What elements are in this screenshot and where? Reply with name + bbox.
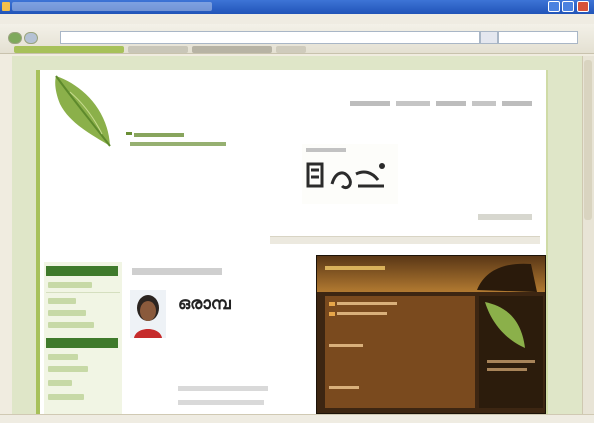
calligraphy-banner xyxy=(302,144,398,204)
back-arrow-icon[interactable] xyxy=(8,32,22,44)
sidebar-header xyxy=(46,266,118,276)
go-button[interactable] xyxy=(480,31,498,44)
sidebar-item[interactable] xyxy=(48,310,86,316)
close-button[interactable] xyxy=(577,1,589,12)
profile-avatar xyxy=(130,290,166,338)
profile-name: ഒരാമ്പ xyxy=(178,294,231,314)
sidebar-item[interactable] xyxy=(48,366,88,372)
sidebar-item[interactable] xyxy=(48,354,78,360)
search-input[interactable] xyxy=(498,31,578,44)
embedded-screenshot xyxy=(316,255,546,414)
scrollbar-thumb[interactable] xyxy=(584,60,592,220)
leaf-logo-icon xyxy=(55,75,111,147)
sidebar-divider xyxy=(46,292,120,293)
menu-tools[interactable] xyxy=(110,15,128,23)
header-links xyxy=(350,100,536,108)
bookmark-item[interactable] xyxy=(276,46,306,53)
maximize-button[interactable] xyxy=(562,1,574,12)
address-bar[interactable] xyxy=(60,31,480,44)
content-heading xyxy=(132,268,222,275)
menu-file[interactable] xyxy=(4,15,16,23)
forward-arrow-icon[interactable] xyxy=(24,32,38,44)
bookmark-item[interactable] xyxy=(192,46,272,53)
menu-bar xyxy=(0,14,594,24)
sidebar-item[interactable] xyxy=(48,380,72,386)
menu-edit[interactable] xyxy=(20,15,32,23)
sidebar-header xyxy=(46,338,118,348)
secondary-nav xyxy=(270,236,540,244)
browser-app-icon xyxy=(2,2,10,11)
header-right-link[interactable] xyxy=(478,214,532,220)
menu-history[interactable] xyxy=(54,15,74,23)
minimize-button[interactable] xyxy=(548,1,560,12)
bookmark-item[interactable] xyxy=(14,46,124,53)
status-bar xyxy=(0,414,594,423)
sidebar-item[interactable] xyxy=(48,322,94,328)
bookmark-item[interactable] xyxy=(128,46,188,53)
text-line xyxy=(178,386,268,391)
sidebar-item[interactable] xyxy=(48,394,84,400)
site-logo-text xyxy=(126,132,226,146)
menu-bookmarks[interactable] xyxy=(78,15,106,23)
sidebar-item[interactable] xyxy=(48,282,92,288)
sidebar-item[interactable] xyxy=(48,298,76,304)
bookmarks-bar xyxy=(14,46,484,53)
window-title xyxy=(12,2,212,11)
menu-view[interactable] xyxy=(36,15,50,23)
text-line xyxy=(178,400,264,405)
